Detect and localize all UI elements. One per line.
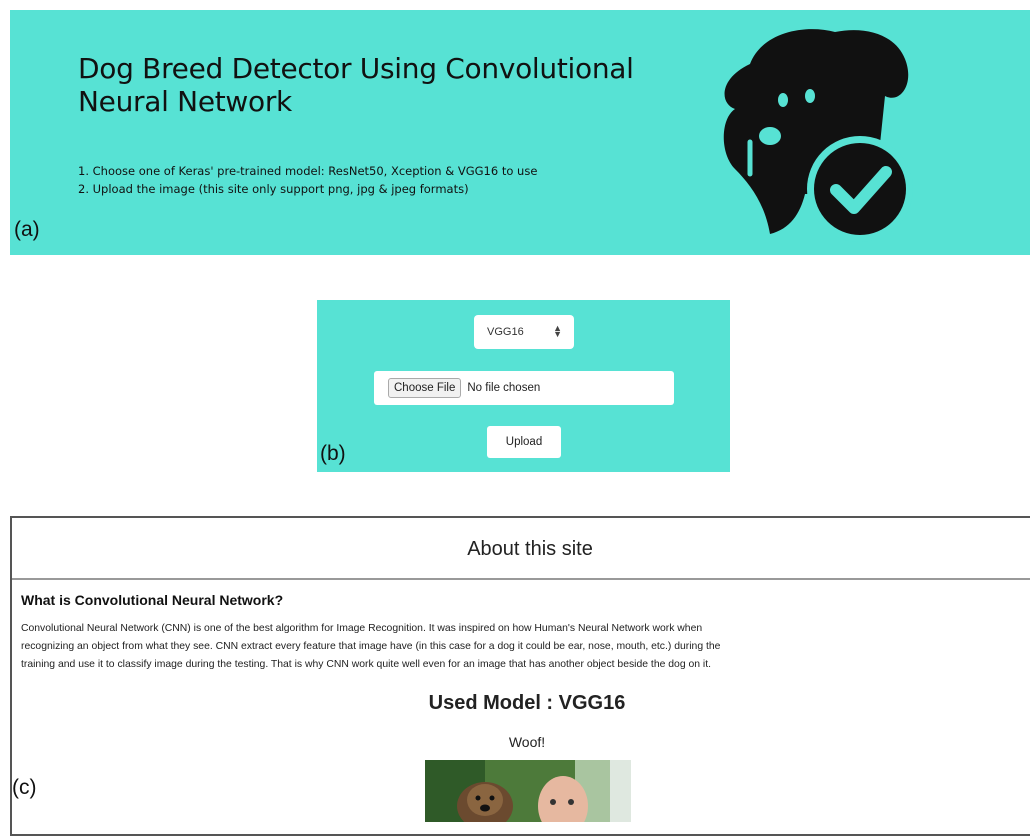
instruction-step-2: 2. Upload the image (this site only supp… bbox=[78, 182, 469, 196]
upload-button[interactable]: Upload bbox=[487, 426, 561, 458]
uploaded-photo bbox=[425, 760, 631, 822]
description-line: Convolutional Neural Network (CNN) is on… bbox=[21, 623, 703, 634]
header-banner: Dog Breed Detector Using Convolutional N… bbox=[10, 10, 1030, 255]
file-status-text: No file chosen bbox=[467, 382, 541, 394]
description-line: training and use it to classify image du… bbox=[21, 659, 712, 670]
dog-check-icon bbox=[723, 29, 913, 242]
instruction-step-1: 1. Choose one of Keras' pre-trained mode… bbox=[78, 164, 538, 178]
section-heading: What is Convolutional Neural Network? bbox=[21, 592, 284, 608]
select-arrows-icon: ▲ ▼ bbox=[553, 323, 562, 339]
choose-file-button[interactable]: Choose File bbox=[388, 378, 462, 398]
figure-label-b: (b) bbox=[320, 442, 346, 465]
result-text: Woof! bbox=[508, 734, 546, 750]
figure-label-a: (a) bbox=[14, 218, 40, 241]
upload-form: VGG16 ▲ ▼ Choose File No file chosen Uplo… bbox=[317, 300, 730, 472]
used-model-heading: Used Model : VGG16 bbox=[428, 692, 626, 714]
figure-label-c: (c) bbox=[12, 776, 37, 799]
description-line: recognizing an object from what they see… bbox=[21, 641, 721, 652]
instructions: 1. Choose one of Keras' pre-trained mode… bbox=[78, 162, 718, 198]
about-header: About this site bbox=[12, 518, 1030, 580]
about-panel: About this site What is Convolutional Ne… bbox=[10, 516, 1030, 836]
file-input[interactable]: Choose File No file chosen bbox=[374, 371, 674, 405]
page-title: Dog Breed Detector Using Convolutional N… bbox=[78, 52, 634, 118]
model-select-value: VGG16 bbox=[487, 326, 524, 338]
description: Convolutional Neural Network (CNN) is on… bbox=[21, 620, 1021, 674]
model-select[interactable]: VGG16 ▲ ▼ bbox=[474, 315, 574, 349]
